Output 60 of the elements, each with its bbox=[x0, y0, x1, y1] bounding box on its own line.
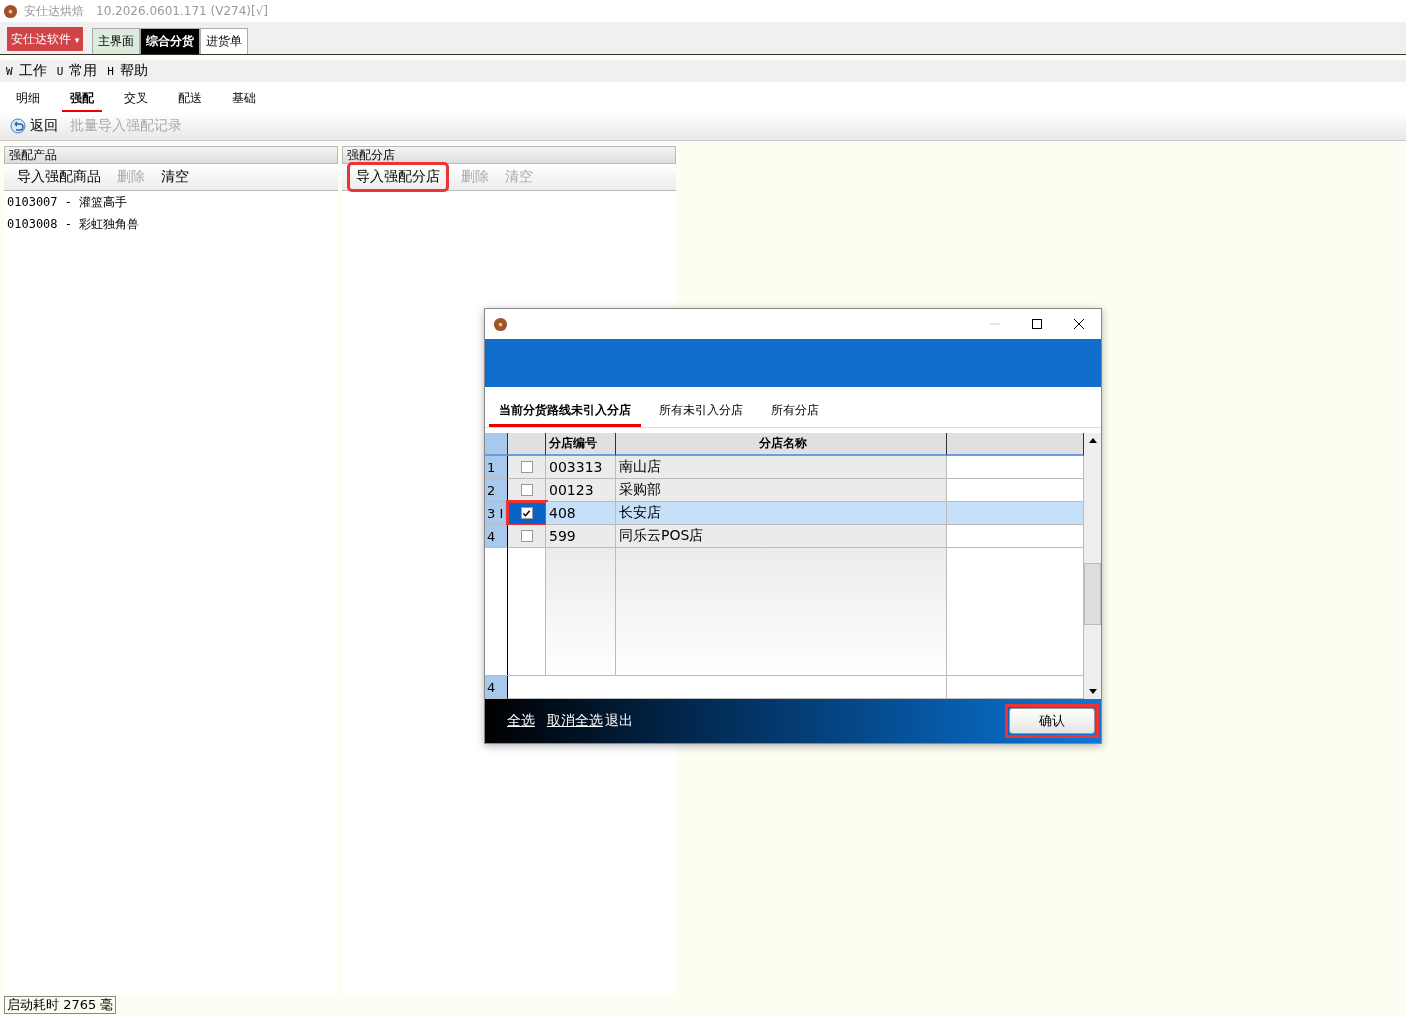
toolbar-button[interactable]: 返回 bbox=[30, 117, 58, 135]
list-item[interactable]: 0103008 - 彩虹独角兽 bbox=[4, 213, 338, 235]
module-tab[interactable]: 综合分货 bbox=[140, 28, 201, 54]
scrollbar-thumb[interactable] bbox=[1084, 563, 1101, 625]
checkbox[interactable] bbox=[520, 461, 533, 473]
dialog-tab[interactable]: 所有分店 bbox=[761, 397, 829, 427]
row-count: 4 bbox=[485, 676, 508, 699]
confirm-button[interactable]: 确认 bbox=[1009, 708, 1095, 734]
menu-item[interactable]: 常用 bbox=[69, 62, 98, 80]
table-cell: 003313 bbox=[546, 456, 616, 479]
table-cell: 南山店 bbox=[616, 456, 947, 479]
table-cell: 599 bbox=[546, 525, 616, 548]
row-header-corner bbox=[485, 433, 508, 456]
close-icon[interactable] bbox=[1073, 318, 1085, 330]
table-cell: 同乐云POS店 bbox=[616, 525, 947, 548]
menu-item[interactable]: 帮助 bbox=[119, 62, 148, 80]
panel-header: 强配分店 bbox=[342, 146, 676, 164]
row-number: 4 bbox=[485, 525, 508, 548]
maximize-icon[interactable] bbox=[1031, 318, 1043, 330]
menu-shortcut-key: W bbox=[6, 64, 13, 78]
link[interactable]: 取消全选 bbox=[547, 712, 603, 730]
sub-tab[interactable]: 配送 bbox=[170, 86, 210, 112]
panel-action-button[interactable]: 导入强配商品 bbox=[16, 166, 102, 188]
version-label: 10.2026.0601.171 (V274)[√] bbox=[96, 4, 268, 18]
panel-header: 强配产品 bbox=[4, 146, 338, 164]
checkbox[interactable] bbox=[520, 484, 533, 496]
column-header[interactable]: 分店名称 bbox=[616, 433, 947, 456]
scroll-down-icon[interactable] bbox=[1088, 689, 1097, 695]
vertical-scrollbar[interactable] bbox=[1084, 433, 1101, 699]
table-cell: 408 bbox=[546, 502, 616, 525]
cookie-icon bbox=[493, 316, 508, 332]
sub-tab[interactable]: 交叉 bbox=[116, 86, 156, 112]
row-number: 1 bbox=[485, 456, 508, 479]
dialog-tab[interactable]: 所有未引入分店 bbox=[649, 397, 753, 427]
row-number: 2 bbox=[485, 479, 508, 502]
table-cell: 采购部 bbox=[616, 479, 947, 502]
cookie-icon bbox=[3, 3, 18, 19]
module-tab[interactable]: 进货单 bbox=[200, 28, 249, 54]
row-number: 3 I bbox=[485, 502, 508, 525]
panel-action-button[interactable]: 清空 bbox=[160, 166, 190, 188]
column-header[interactable]: 分店编号 bbox=[546, 433, 616, 456]
checkbox[interactable] bbox=[520, 507, 533, 519]
dialog-tab[interactable]: 当前分货路线未引入分店 bbox=[489, 397, 641, 427]
menu-item[interactable]: 工作 bbox=[18, 62, 47, 80]
status-text: 启动耗时 2765 毫 bbox=[4, 996, 117, 1014]
sub-tab[interactable]: 基础 bbox=[224, 86, 264, 112]
menu-shortcut-key: U bbox=[56, 64, 64, 78]
app-title: 安仕达烘焙 bbox=[24, 2, 84, 20]
table-cell: 长安店 bbox=[616, 502, 947, 525]
brand-menu-button[interactable]: 安仕达软件 ▾ bbox=[7, 27, 84, 51]
exit-link[interactable]: 退出 bbox=[605, 712, 633, 730]
link[interactable]: 全选 bbox=[507, 712, 535, 730]
checkbox[interactable] bbox=[520, 530, 533, 542]
list-item[interactable]: 0103007 - 灌篮高手 bbox=[4, 191, 338, 213]
panel-action-button[interactable]: 导入强配分店 bbox=[350, 165, 446, 189]
menu-shortcut-key: H bbox=[107, 64, 114, 78]
sub-tab[interactable]: 明细 bbox=[8, 86, 48, 112]
scroll-up-icon[interactable] bbox=[1088, 437, 1097, 443]
table-cell: 00123 bbox=[546, 479, 616, 502]
module-tab[interactable]: 主界面 bbox=[92, 28, 141, 54]
